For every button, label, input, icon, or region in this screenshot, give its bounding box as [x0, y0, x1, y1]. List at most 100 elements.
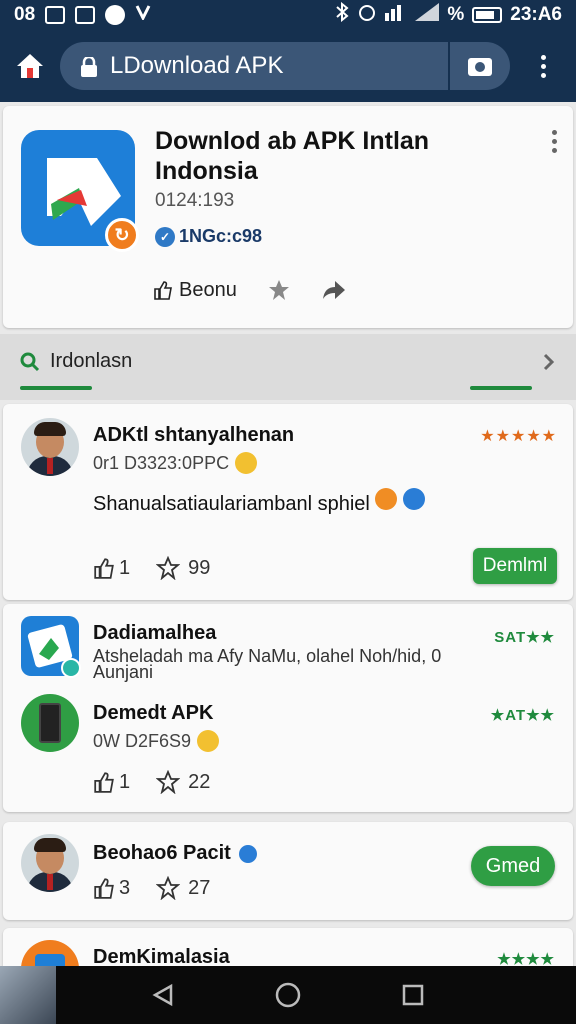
review-likes: 1 [119, 556, 131, 579]
battery-percent: % [447, 4, 465, 25]
user-rating-count: 27 [188, 876, 211, 899]
app-item-date: 0W D2F6S9 [93, 730, 220, 752]
developer-text: 1NGc:c98 [179, 226, 263, 246]
more-vert-icon [540, 54, 546, 78]
camera-button[interactable] [448, 42, 510, 90]
star-icon [268, 280, 289, 300]
like-label: Beonu [179, 278, 237, 301]
star-outline-icon [156, 876, 181, 900]
open-button[interactable]: Gmed [471, 846, 555, 886]
user-meta: 3 27 [93, 876, 210, 900]
app-menu-button[interactable] [552, 130, 557, 153]
thumb-up-icon [94, 558, 114, 579]
emoji-icon [238, 844, 257, 863]
thumb-up-icon [94, 772, 114, 793]
verified-icon: ✓ [155, 226, 175, 247]
review-card: ADKtl shtanyalhenan 0r1 D3323:0PPC Shanu… [3, 404, 573, 600]
home-nav-button[interactable] [268, 975, 308, 1015]
recent-app-thumbnail[interactable] [0, 966, 56, 1024]
status-left-text: 08 [14, 4, 36, 25]
messenger-emoji-icon [402, 488, 425, 510]
phone-app-icon[interactable] [21, 694, 79, 752]
status-bar: 08 % 23:A6 [0, 0, 576, 30]
tab-indicator-right [470, 386, 532, 390]
thumb-up-icon [94, 878, 114, 899]
tab-indicator-left [20, 386, 92, 390]
app-item-title[interactable]: Dadiamalhea [93, 622, 216, 645]
network-icon [385, 3, 407, 27]
user-card: Beohao6 Pacit 3 27 Gmed [3, 822, 573, 920]
share-icon [322, 281, 345, 299]
share-button[interactable] [321, 279, 347, 301]
vpn-icon [135, 4, 151, 26]
user-name: Beohao6 Pacit [93, 842, 257, 865]
app-card: ↻ Downlod ab APK Intlan Indonsia 0124:19… [3, 106, 573, 328]
signal-icon [415, 3, 440, 27]
url-bar[interactable]: LDownload APK [60, 42, 510, 90]
review-text-body: Shanualsatiaulariambanl sphiel [93, 493, 370, 515]
user-rating-button[interactable]: 27 [156, 876, 210, 900]
thumb-up-icon [154, 281, 172, 300]
browser-menu-button[interactable] [510, 30, 576, 102]
app-version: 0124:193 [155, 190, 235, 211]
reviewer-name: ADKtl shtanyalhenan [93, 424, 295, 446]
app-likes: 1 [119, 770, 131, 793]
navigation-bar [0, 966, 576, 1024]
back-button[interactable] [143, 975, 183, 1015]
update-badge-icon: ↻ [105, 218, 139, 252]
chevron-right-icon[interactable] [542, 352, 556, 377]
user-name-text: Beohao6 Pacit [93, 842, 231, 864]
review-rating-button[interactable]: 99 [156, 556, 210, 580]
url-text: LDownload APK [110, 52, 284, 79]
review-rating-count: 99 [188, 556, 211, 579]
messenger-icon [105, 5, 126, 25]
app-item-meta: 1 22 [93, 770, 210, 794]
rate-button[interactable] [267, 278, 291, 302]
phone-icon [39, 703, 61, 743]
user-like-button[interactable]: 3 [93, 877, 130, 900]
star-outline-icon [156, 770, 181, 794]
recents-button[interactable] [393, 975, 433, 1015]
app-item-date-text: 0W D2F6S9 [93, 730, 192, 751]
app-like-button[interactable]: 1 [93, 771, 130, 794]
app-item-rating: ★AT★★ [490, 707, 555, 724]
back-triangle-icon [152, 983, 172, 1007]
app-developer: ✓ 1NGc:c98 [155, 226, 262, 247]
star-outline-icon [156, 556, 181, 580]
lock-icon [80, 55, 98, 77]
apps-card: Dadiamalhea Atsheladah ma Afy NaMu, olah… [3, 604, 573, 812]
grid-notification-icon [75, 6, 96, 24]
emoji-icon [197, 730, 220, 752]
app-item-desc: Atsheladah ma Afy NaMu, olahel Noh/hid, … [93, 646, 442, 682]
review-date: 0r1 D3323:0PPC [93, 452, 258, 474]
user-likes: 3 [119, 876, 131, 899]
browser-toolbar: LDownload APK [0, 30, 576, 102]
face-emoji-icon [375, 488, 398, 510]
home-circle-icon [275, 982, 301, 1008]
bluetooth-icon [335, 1, 349, 28]
search-strip[interactable]: Irdonlasn [0, 334, 576, 400]
search-icon [20, 352, 40, 371]
app-actions: Beonu [153, 278, 347, 302]
like-button[interactable]: Beonu [153, 279, 237, 302]
review-text: Shanualsatiaulariambanl sphiel [93, 488, 433, 517]
more-vert-icon [552, 130, 557, 153]
download-button[interactable]: Demlml [473, 548, 557, 584]
home-icon [17, 54, 43, 78]
review-like-button[interactable]: 1 [93, 557, 130, 580]
app-title: Downlod ab APK Intlan Indonsia [155, 127, 430, 185]
alarm-icon [357, 2, 377, 28]
notification-icon [45, 6, 66, 24]
app-rating-button[interactable]: 22 [156, 770, 210, 794]
avatar[interactable] [21, 418, 79, 476]
app-rating-count: 22 [188, 770, 211, 793]
review-meta: 1 99 [93, 556, 210, 580]
review-stars: ★★★★★ [480, 428, 557, 445]
battery-icon [472, 7, 503, 23]
camera-icon [468, 58, 492, 76]
avatar[interactable] [21, 834, 79, 892]
home-button[interactable] [0, 30, 60, 102]
app-item-title[interactable]: Demedt APK [93, 702, 213, 725]
search-label: Irdonlasn [50, 350, 133, 372]
smile-emoji-icon [235, 452, 258, 474]
